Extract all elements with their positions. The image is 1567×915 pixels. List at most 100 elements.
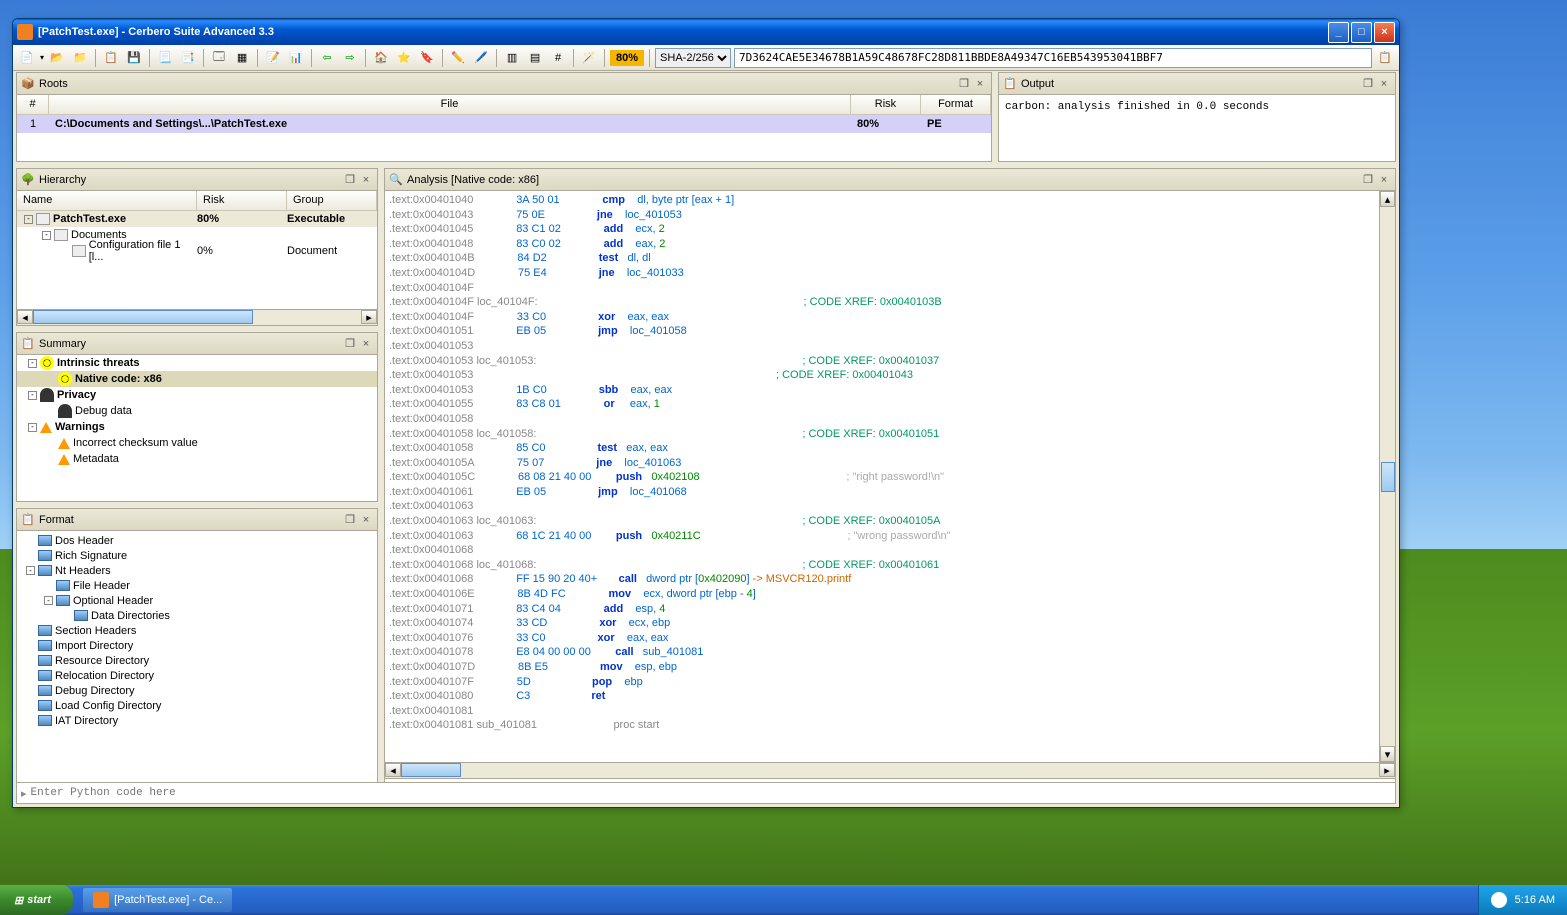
roots-panel: 📦Roots❐× #FileRiskFormat 1C:\Documents a… — [16, 72, 992, 162]
panel-float-icon[interactable]: ❐ — [343, 337, 357, 351]
hash-icon[interactable]: # — [548, 48, 568, 68]
tool-icon[interactable]: 🖊️ — [471, 48, 491, 68]
start-button[interactable]: ⊞start — [0, 885, 73, 915]
summary-icon: 📋 — [21, 337, 35, 351]
home-icon[interactable]: 🏠 — [371, 48, 391, 68]
folder-icon[interactable]: 📁 — [70, 48, 90, 68]
main-window: [PatchTest.exe] - Cerbero Suite Advanced… — [12, 18, 1400, 808]
copy-hash-icon[interactable]: 📋 — [1375, 48, 1395, 68]
summary-item[interactable]: Metadata — [17, 451, 377, 467]
panel-float-icon[interactable]: ❐ — [957, 77, 971, 91]
panel-float-icon[interactable]: ❐ — [343, 513, 357, 527]
wand-icon[interactable]: 🪄 — [579, 48, 599, 68]
code-hscroll[interactable]: ◂▸ — [385, 762, 1395, 778]
hierarchy-header: NameRiskGroup — [17, 191, 377, 211]
layout-icon[interactable]: ▦ — [232, 48, 252, 68]
summary-item[interactable]: Debug data — [17, 403, 377, 419]
summary-panel: 📋 Summary❐× -Intrinsic threatsNative code… — [16, 332, 378, 502]
format-item[interactable]: Resource Directory — [19, 653, 375, 668]
panel-float-icon[interactable]: ❐ — [343, 173, 357, 187]
format-item[interactable]: Import Directory — [19, 638, 375, 653]
format-item[interactable]: Section Headers — [19, 623, 375, 638]
doc-icon[interactable]: 📃 — [155, 48, 175, 68]
panel-close-icon[interactable]: × — [359, 513, 373, 527]
open-icon[interactable]: 📂 — [47, 48, 67, 68]
back-icon[interactable]: ⇦ — [317, 48, 337, 68]
risk-percent: 80% — [610, 50, 644, 66]
hierarchy-title: Hierarchy — [39, 174, 341, 186]
open-cfg-icon[interactable]: 📄 — [17, 48, 37, 68]
fwd-icon[interactable]: ⇨ — [340, 48, 360, 68]
titlebar[interactable]: [PatchTest.exe] - Cerbero Suite Advanced… — [13, 19, 1399, 45]
maximize-button[interactable]: □ — [1351, 22, 1372, 43]
code-vscroll[interactable]: ▴▾ — [1379, 191, 1395, 762]
panel-close-icon[interactable]: × — [973, 77, 987, 91]
python-icon: ▸ — [21, 787, 27, 800]
text-icon[interactable]: 📝 — [263, 48, 283, 68]
hash-algo-select[interactable]: SHA-2/256 — [655, 48, 731, 68]
format-item[interactable]: Rich Signature — [19, 548, 375, 563]
format-item[interactable]: IAT Directory — [19, 713, 375, 728]
summary-item[interactable]: Native code: x86 — [17, 371, 377, 387]
hierarchy-icon: 🌳 — [21, 173, 35, 187]
format-item[interactable]: Dos Header — [19, 533, 375, 548]
roots-title: Roots — [39, 78, 955, 90]
output-title: Output — [1021, 78, 1359, 90]
analysis-title: Analysis [Native code: x86] — [407, 174, 1359, 186]
output-text: carbon: analysis finished in 0.0 seconds — [999, 95, 1395, 161]
star-icon[interactable]: ⭐ — [394, 48, 414, 68]
disassembly-view[interactable]: .text:0x00401040 3A 50 01 cmp dl, byte p… — [385, 191, 1379, 762]
python-input[interactable] — [31, 787, 1391, 799]
format-title: Format — [39, 514, 341, 526]
taskbar-item[interactable]: [PatchTest.exe] - Ce... — [83, 888, 232, 912]
roots-row[interactable]: 1C:\Documents and Settings\...\PatchTest… — [17, 115, 991, 133]
window-title: [PatchTest.exe] - Cerbero Suite Advanced… — [38, 26, 274, 38]
main-toolbar: 📄▾ 📂 📁 📋 💾 📃 📑 🗔 ▦ 📝 📊 ⇦ ⇨ 🏠 ⭐ 🔖 ✏️ 🖊️ ▥… — [13, 45, 1399, 71]
format-item[interactable]: Load Config Directory — [19, 698, 375, 713]
tray-icon[interactable] — [1491, 892, 1507, 908]
csv-icon[interactable]: 📊 — [286, 48, 306, 68]
panel-close-icon[interactable]: × — [359, 337, 373, 351]
copy-icon[interactable]: 📑 — [178, 48, 198, 68]
page-icon[interactable]: 📋 — [101, 48, 121, 68]
taskbar-app-icon — [93, 892, 109, 908]
format-item[interactable]: Debug Directory — [19, 683, 375, 698]
close-button[interactable]: × — [1374, 22, 1395, 43]
panel-float-icon[interactable]: ❐ — [1361, 77, 1375, 91]
roots-header: #FileRiskFormat — [17, 95, 991, 115]
format-item[interactable]: -Nt Headers — [19, 563, 375, 578]
format-item[interactable]: Relocation Directory — [19, 668, 375, 683]
summary-item[interactable]: Incorrect checksum value — [17, 435, 377, 451]
format-panel: 📋 Format❐× Dos HeaderRich Signature-Nt He… — [16, 508, 378, 801]
system-tray[interactable]: 5:16 AM — [1478, 885, 1567, 915]
analysis-icon: 🔍 — [389, 173, 403, 187]
analysis-panel: 🔍 Analysis [Native code: x86]❐× .text:0x0… — [384, 168, 1396, 801]
output-panel: 📋 Output❐× carbon: analysis finished in 0… — [998, 72, 1396, 162]
panel-float-icon[interactable]: ❐ — [1361, 173, 1375, 187]
hier-hscroll[interactable]: ◂▸ — [17, 309, 377, 325]
summary-title: Summary — [39, 338, 341, 350]
output-icon: 📋 — [1003, 77, 1017, 91]
panel-close-icon[interactable]: × — [1377, 173, 1391, 187]
clock: 5:16 AM — [1515, 894, 1555, 906]
bookmark-icon[interactable]: 🔖 — [417, 48, 437, 68]
format-icon: 📋 — [21, 513, 35, 527]
format-item[interactable]: -Optional Header — [19, 593, 375, 608]
window-icon[interactable]: 🗔 — [209, 48, 229, 68]
hierarchy-row[interactable]: -PatchTest.exe80%Executable — [17, 211, 377, 227]
panel-close-icon[interactable]: × — [359, 173, 373, 187]
summary-item[interactable]: -Privacy — [17, 387, 377, 403]
python-input-bar[interactable]: ▸ — [16, 782, 1396, 804]
edit-icon[interactable]: ✏️ — [448, 48, 468, 68]
hierarchy-row[interactable]: Configuration file 1 [l...0%Document — [17, 243, 377, 259]
grid2-icon[interactable]: ▤ — [525, 48, 545, 68]
format-item[interactable]: File Header — [19, 578, 375, 593]
minimize-button[interactable]: _ — [1328, 22, 1349, 43]
save-icon[interactable]: 💾 — [124, 48, 144, 68]
summary-item[interactable]: -Warnings — [17, 419, 377, 435]
grid1-icon[interactable]: ▥ — [502, 48, 522, 68]
hash-value-field[interactable] — [734, 48, 1372, 68]
format-item[interactable]: Data Directories — [19, 608, 375, 623]
summary-item[interactable]: -Intrinsic threats — [17, 355, 377, 371]
panel-close-icon[interactable]: × — [1377, 77, 1391, 91]
